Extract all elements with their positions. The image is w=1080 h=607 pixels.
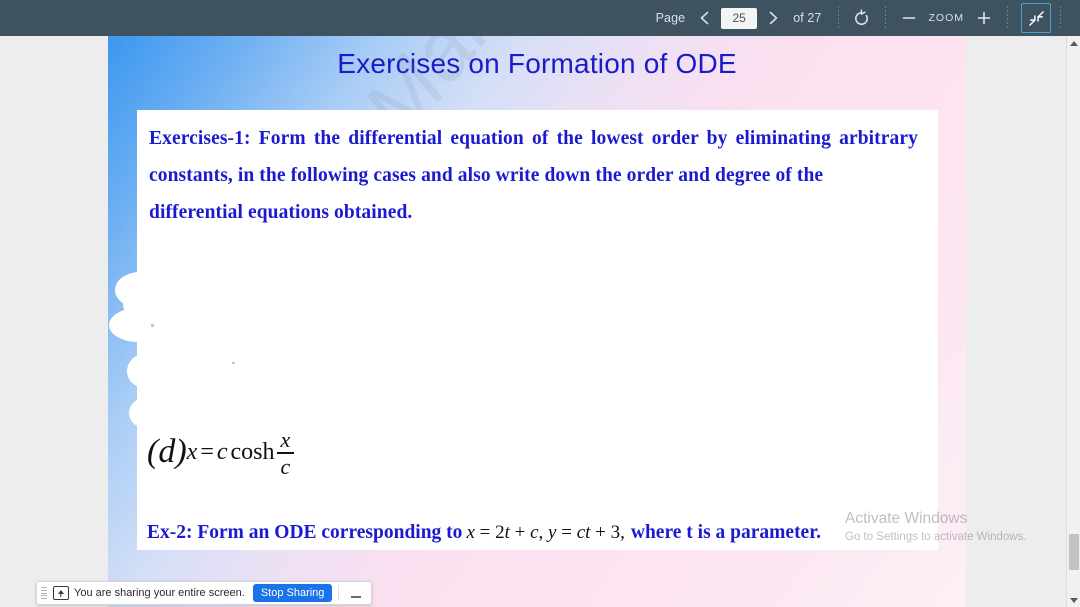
page-label: Page [655, 11, 686, 25]
toolbar-separator-3 [1007, 6, 1008, 30]
exercise-1-body: Exercises-1: Form the differential equat… [149, 128, 918, 187]
exercise-1-text: Exercises-1: Form the differential equat… [145, 120, 922, 231]
chevron-right-icon [769, 11, 778, 25]
scrollbar-thumb[interactable] [1069, 534, 1079, 570]
sharing-status-text: You are sharing your entire screen. [74, 587, 245, 599]
exercise-2-lead: Ex-2: Form an ODE corresponding to [147, 522, 463, 543]
toolbar-separator [837, 6, 839, 30]
page-total-label: of 27 [793, 11, 822, 25]
formula-d-numerator: x [280, 427, 291, 452]
formula-d-fraction: x c [276, 427, 295, 479]
exercise-2-tail: where t is a parameter. [630, 522, 821, 543]
presentation-slide: Exercises on Formation of ODE Dr. Mahiru… [108, 36, 966, 607]
scan-artifact [151, 324, 154, 327]
previous-page-button[interactable] [692, 5, 718, 31]
document-viewport[interactable]: Exercises on Formation of ODE Dr. Mahiru… [0, 36, 1066, 607]
minimize-sharing-bar-button[interactable] [345, 584, 367, 602]
pdf-viewer-window: Page of 27 [0, 0, 1080, 607]
zoom-in-button[interactable] [970, 4, 998, 32]
zoom-label: ZOOM [928, 12, 964, 24]
minus-icon [902, 17, 915, 19]
decorative-blob [129, 398, 161, 428]
scroll-down-button[interactable] [1067, 593, 1080, 607]
formula-d-denominator: c [280, 453, 291, 479]
formula-d: (d) x = c cosh x c [147, 427, 295, 479]
stop-sharing-button[interactable]: Stop Sharing [252, 584, 333, 602]
exit-fullscreen-button[interactable] [1021, 3, 1051, 33]
toolbar-separator-4 [1060, 6, 1061, 30]
viewer-toolbar: Page of 27 [0, 0, 1080, 36]
slide-content-card: Exercises-1: Form the differential equat… [109, 110, 938, 550]
card-inner: Exercises-1: Form the differential equat… [137, 110, 938, 231]
rotate-button[interactable] [848, 4, 876, 32]
drag-handle-icon[interactable] [41, 585, 50, 601]
screen-sharing-bar: You are sharing your entire screen. Stop… [36, 581, 373, 605]
vertical-scrollbar[interactable] [1066, 36, 1080, 607]
sharing-bar-separator [338, 585, 340, 601]
next-page-button[interactable] [760, 5, 786, 31]
page-number-input[interactable] [721, 7, 758, 29]
slide-title: Exercises on Formation of ODE [337, 48, 737, 79]
screen-share-icon [53, 586, 69, 600]
exercise-2-text: Ex-2: Form an ODE corresponding to x = 2… [147, 522, 821, 544]
exercise-1-last-line: differential equations obtained. [149, 202, 413, 224]
exercise-2-math: x = 2t + c, y = ct + 3, [466, 522, 625, 543]
formula-d-equals: = [200, 439, 214, 466]
scan-artifact [232, 362, 235, 364]
decorative-blob [109, 308, 167, 342]
scroll-up-arrow-icon [1070, 40, 1078, 46]
formula-d-label: (d) [147, 432, 187, 470]
formula-d-lhs: x [186, 439, 198, 466]
zoom-group: ZOOM [895, 0, 999, 36]
scroll-up-button[interactable] [1067, 36, 1080, 50]
decorative-blob [127, 354, 163, 388]
toolbar-separator-2 [884, 6, 886, 30]
rotate-icon [855, 8, 868, 25]
exit-fullscreen-icon [1028, 10, 1044, 26]
zoom-out-button[interactable] [895, 4, 923, 32]
formula-d-coefficient: c [216, 439, 228, 466]
formula-d-function: cosh [230, 439, 275, 466]
page-navigation-group: Page of 27 [649, 0, 829, 36]
minimize-icon [351, 596, 362, 598]
scroll-down-arrow-icon [1070, 597, 1078, 603]
plus-icon [977, 11, 991, 25]
chevron-left-icon [700, 11, 709, 25]
